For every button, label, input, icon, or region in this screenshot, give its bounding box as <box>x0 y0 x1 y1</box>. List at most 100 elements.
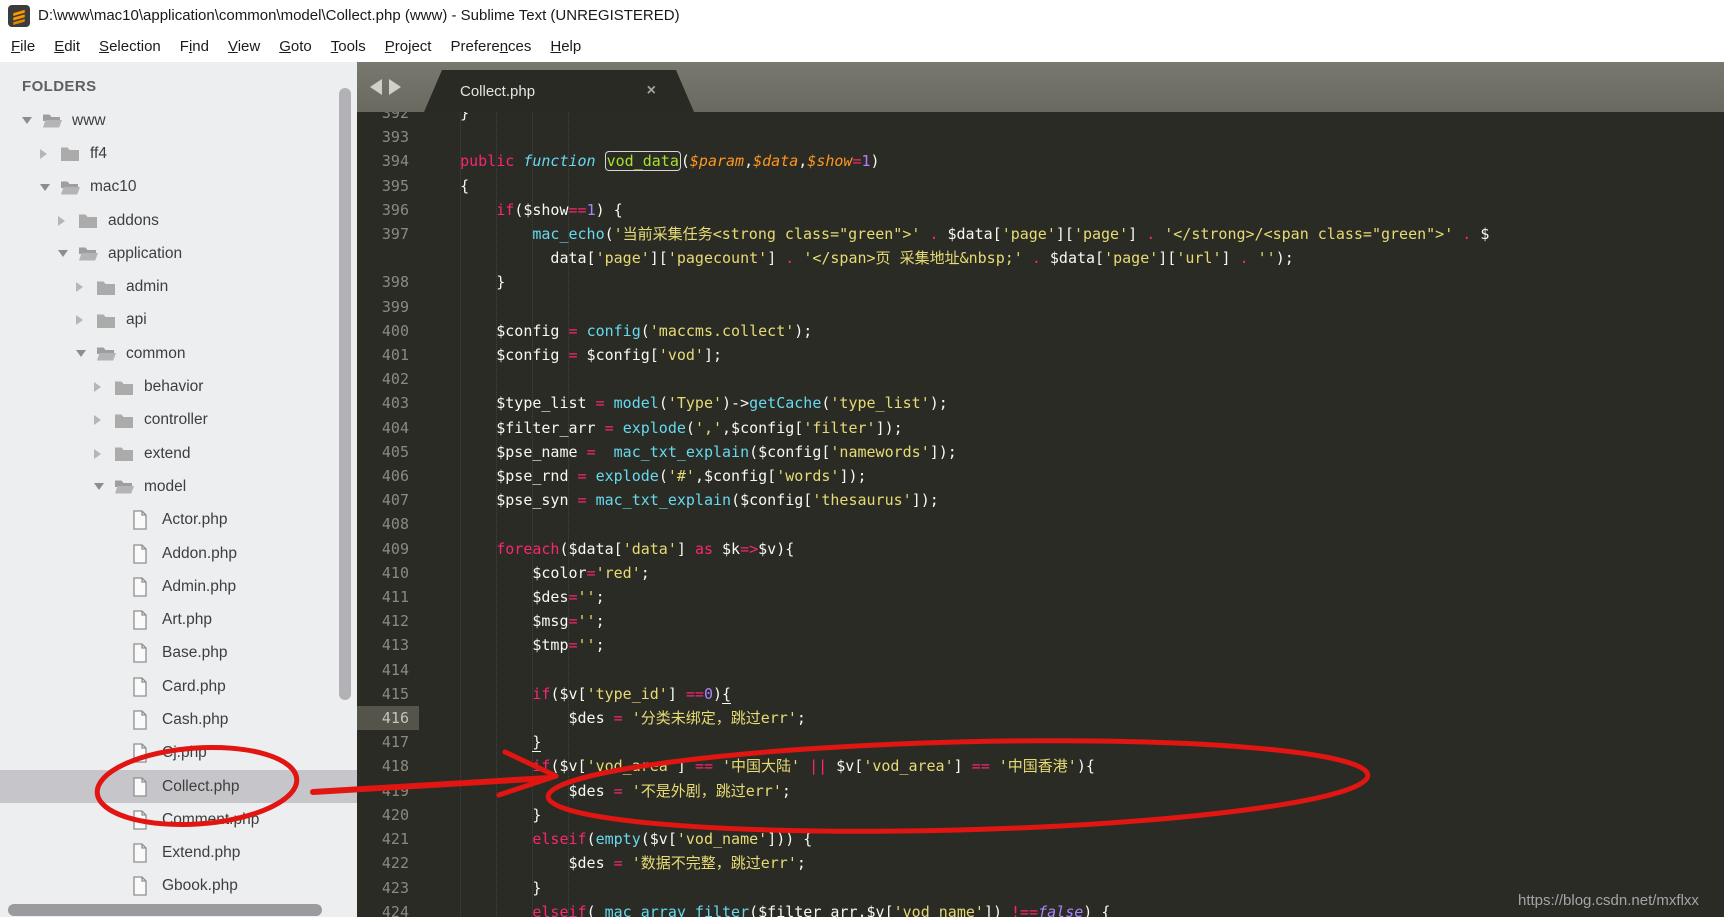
line-number: 413 <box>381 636 409 655</box>
collapse-arrow-icon[interactable] <box>94 483 104 491</box>
tree-item-extend-php[interactable]: Extend.php <box>0 837 357 870</box>
indent-guide <box>460 112 461 917</box>
tree-item-behavior[interactable]: behavior <box>0 370 357 403</box>
tree-item-controller[interactable]: controller <box>0 404 357 437</box>
line-number: 409 <box>381 539 409 558</box>
expand-arrow-icon[interactable] <box>94 415 101 426</box>
line-number: 397 <box>381 225 409 244</box>
tree-item-comment-php[interactable]: Comment.php <box>0 803 357 836</box>
tree-item-admin-php[interactable]: Admin.php <box>0 570 357 603</box>
sidebar-horizontal-scrollbar[interactable] <box>8 904 322 916</box>
line-number: 407 <box>381 491 409 510</box>
tree-item-addons[interactable]: addons <box>0 204 357 237</box>
line-number: 418 <box>381 757 409 776</box>
code-line: 415 if($v['type_id'] ==0){ <box>357 682 1724 706</box>
code-line: 412 $msg=''; <box>357 609 1724 633</box>
code-lines: 392 } 393 394 public function vod_data ($pa… <box>357 112 1724 917</box>
line-number: 410 <box>381 563 409 582</box>
tab-collect-php[interactable]: Collect.php × <box>424 70 694 112</box>
expand-arrow-icon[interactable] <box>76 282 83 293</box>
menu-item-project[interactable]: Project <box>378 35 439 58</box>
tree-item-label: common <box>126 344 186 362</box>
sidebar-vertical-scrollbar[interactable] <box>339 88 351 700</box>
collapse-arrow-icon[interactable] <box>40 183 50 191</box>
line-number: 401 <box>381 346 409 365</box>
menu-bar: File Edit Selection Find View Goto Tools Projec… <box>0 30 1724 62</box>
collapse-arrow-icon[interactable] <box>76 350 86 358</box>
menu-item-help[interactable]: Help <box>543 35 588 58</box>
line-number: 392 <box>381 112 409 122</box>
line-number: 415 <box>381 684 409 703</box>
nav-forward-icon[interactable] <box>389 79 401 95</box>
folder-open-icon <box>96 345 126 362</box>
indent-guide <box>532 112 533 917</box>
line-number: 411 <box>381 588 409 607</box>
code-line: 403 $type_list = model('Type')->getCache… <box>357 391 1724 415</box>
tree-item-cash-php[interactable]: Cash.php <box>0 703 357 736</box>
line-number: 400 <box>381 321 409 340</box>
expand-arrow-icon[interactable] <box>94 382 101 393</box>
expand-arrow-icon[interactable] <box>40 148 47 159</box>
expand-arrow-icon[interactable] <box>94 448 101 459</box>
code-line: 419 $des = '不是外剧，跳过err'; <box>357 779 1724 803</box>
tree-item-gbook-php[interactable]: Gbook.php <box>0 870 357 903</box>
folder-icon <box>114 379 144 396</box>
tree-item-actor-php[interactable]: Actor.php <box>0 504 357 537</box>
line-number: 424 <box>381 902 409 917</box>
tree-item-addon-php[interactable]: Addon.php <box>0 537 357 570</box>
menu-item-file[interactable]: File <box>4 35 42 58</box>
collapse-arrow-icon[interactable] <box>58 250 68 258</box>
watermark: https://blog.csdn.net/mxflxx <box>1518 892 1699 909</box>
code-line: 397 mac_echo('当前采集任务<strong class="green… <box>357 222 1724 246</box>
tree-item-ff4[interactable]: ff4 <box>0 137 357 170</box>
nav-back-icon[interactable] <box>370 79 382 95</box>
tree-item-label: Cj.php <box>162 744 207 762</box>
folder-icon <box>114 445 144 462</box>
tree-item-art-php[interactable]: Art.php <box>0 603 357 636</box>
code-line: 399 <box>357 295 1724 319</box>
tree-item-label: www <box>72 111 106 129</box>
file-icon <box>132 843 162 863</box>
file-icon <box>132 710 162 730</box>
tree-item-collect-php[interactable]: Collect.php <box>0 769 357 804</box>
line-number: 406 <box>381 467 409 486</box>
code-line: 396 if($show==1) { <box>357 198 1724 222</box>
line-number: 414 <box>381 660 409 679</box>
file-icon <box>132 643 162 664</box>
tree-item-admin[interactable]: admin <box>0 270 357 303</box>
menu-item-edit[interactable]: Edit <box>47 35 87 58</box>
tree-item-label: admin <box>126 278 169 296</box>
tree-item-label: Extend.php <box>162 844 241 862</box>
indent-guide <box>496 112 497 917</box>
tree-item-base-php[interactable]: Base.php <box>0 637 357 670</box>
tree-item-mac10[interactable]: mac10 <box>0 171 357 204</box>
tab-close-icon[interactable]: × <box>647 82 656 100</box>
menu-item-find[interactable]: Find <box>173 35 216 58</box>
tree-item-common[interactable]: common <box>0 337 357 370</box>
tab-bar: Collect.php × <box>357 62 1724 112</box>
code-line: 417 } <box>357 730 1724 754</box>
collapse-arrow-icon[interactable] <box>22 117 32 125</box>
menu-item-tools[interactable]: Tools <box>324 35 373 58</box>
tree-item-card-php[interactable]: Card.php <box>0 670 357 703</box>
expand-arrow-icon[interactable] <box>58 215 65 226</box>
menu-item-view[interactable]: View <box>221 35 267 58</box>
tree-item-www[interactable]: www <box>0 104 357 137</box>
menu-item-selection[interactable]: Selection <box>92 35 168 58</box>
title-bar: D:\www\mac10\application\common\model\Co… <box>0 0 1724 30</box>
tree-item-cj-php[interactable]: Cj.php <box>0 737 357 770</box>
code-editor[interactable]: 392 } 393 394 public function vod_data ($pa… <box>357 112 1724 917</box>
menu-item-goto[interactable]: Goto <box>272 35 319 58</box>
expand-arrow-icon[interactable] <box>76 315 83 326</box>
file-icon <box>132 577 162 597</box>
code-line: 414 <box>357 658 1724 682</box>
tree-item-label: addons <box>108 211 159 229</box>
tree-item-api[interactable]: api <box>0 304 357 337</box>
code-line: 418 if($v['vod_area'] == '中国大陆' || $v['v… <box>357 754 1724 778</box>
tree-item-model[interactable]: model <box>0 470 357 503</box>
line-number: 416 <box>357 706 419 731</box>
window-title: D:\www\mac10\application\common\model\Co… <box>38 6 680 24</box>
menu-item-preferences[interactable]: Preferences <box>443 35 538 58</box>
tree-item-application[interactable]: application <box>0 237 357 270</box>
tree-item-extend[interactable]: extend <box>0 437 357 470</box>
